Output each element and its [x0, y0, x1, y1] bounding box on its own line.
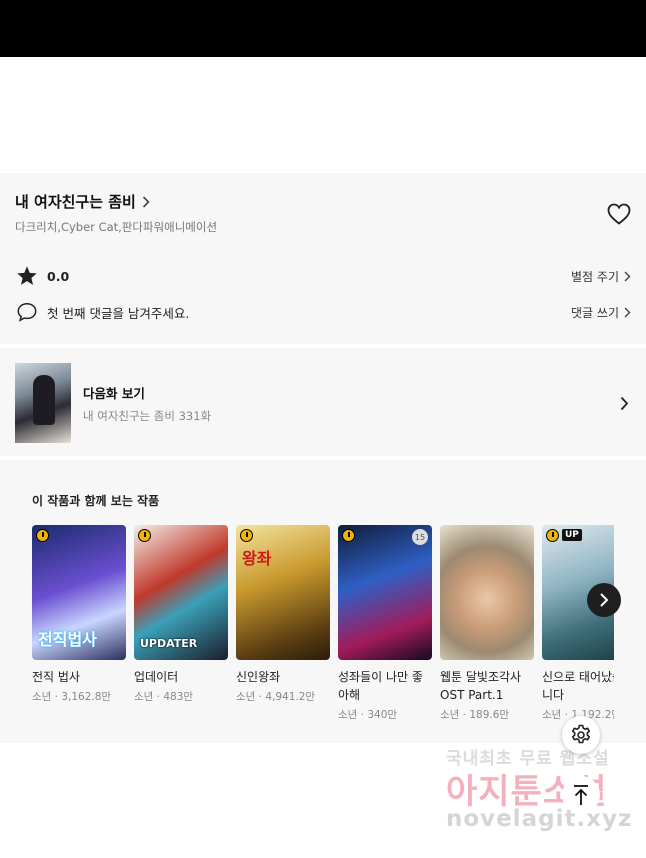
divider: [0, 344, 646, 348]
rate-button[interactable]: 별점 주기: [571, 268, 631, 285]
wait-free-badge-icon: [240, 529, 253, 542]
rating-row: 0.0 별점 주기: [15, 264, 631, 288]
comment-row: 첫 번째 댓글을 남겨주세요. 댓글 쓰기: [15, 300, 631, 324]
card-title: 성좌들이 나만 좋아해: [338, 670, 423, 702]
recommendation-card[interactable]: 웹툰 달빛조각사 OST Part.1 소년 · 189.6만: [440, 525, 534, 722]
settings-button[interactable]: [562, 716, 600, 754]
cover-image: [440, 525, 534, 660]
top-bar: [0, 0, 646, 57]
rating-value: 0.0: [47, 268, 70, 284]
card-meta: 소년 · 3,162.8만: [32, 691, 112, 703]
comment-icon: [15, 300, 39, 324]
chevron-right-icon: [624, 271, 631, 281]
recommendations-carousel: 전직법사 전직 법사 소년 · 3,162.8만 UPDATER 업데이터 소년…: [32, 525, 614, 735]
chevron-right-icon: [624, 307, 631, 317]
watermark-url: novelagit.xyz: [446, 806, 633, 832]
cover-text: 왕좌: [242, 549, 272, 568]
ad-space: [0, 57, 646, 173]
chevron-right-icon: [600, 593, 609, 607]
card-meta: 소년 · 483만: [134, 691, 194, 703]
title-link[interactable]: 내 여자친구는 좀비: [15, 191, 150, 212]
recommendation-card[interactable]: 전직법사 전직 법사 소년 · 3,162.8만: [32, 525, 126, 704]
write-comment-button[interactable]: 댓글 쓰기: [571, 304, 631, 321]
gear-icon: [571, 724, 591, 744]
wait-free-badge-icon: [138, 529, 151, 542]
cover-image: 왕좌: [236, 525, 330, 660]
update-badge: UP: [562, 529, 582, 541]
heart-icon[interactable]: [606, 202, 632, 226]
card-title: 전직 법사: [32, 670, 80, 684]
recommendation-card[interactable]: 15 성좌들이 나만 좋아해 소년 · 340만: [338, 525, 432, 722]
wait-free-badge-icon: [342, 529, 355, 542]
next-episode-button[interactable]: 다음화 보기 내 여자친구는 좀비 331화: [15, 363, 631, 443]
card-meta: 소년 · 4,941.2만: [236, 691, 316, 703]
divider: [0, 456, 646, 460]
authors: 다크리치,Cyber Cat,판다파워애니메이션: [15, 220, 218, 234]
next-episode-thumbnail: [15, 363, 71, 443]
cover-text: 전직법사: [38, 630, 97, 649]
star-icon: [15, 264, 39, 288]
recommendations-heading: 이 작품과 함께 보는 작품: [32, 494, 160, 508]
wait-free-badge-icon: [546, 529, 559, 542]
wait-free-badge-icon: [36, 529, 49, 542]
write-comment-label: 댓글 쓰기: [571, 305, 619, 320]
next-episode-subtitle: 내 여자친구는 좀비 331화: [83, 408, 212, 423]
cover-image: 전직법사: [32, 525, 126, 660]
carousel-next-button[interactable]: [587, 583, 621, 617]
chevron-right-icon: [620, 396, 629, 410]
card-title: 신으로 태어났습니다: [542, 670, 614, 702]
arrow-up-icon: [574, 785, 588, 805]
recommendation-card[interactable]: UP 신으로 태어났습니다 소년 · 1,192.2만: [542, 525, 614, 722]
series-title: 내 여자친구는 좀비: [15, 193, 136, 211]
cover-image: 15: [338, 525, 432, 660]
chevron-right-icon: [142, 195, 150, 208]
comment-prompt: 첫 번째 댓글을 남겨주세요.: [47, 305, 190, 321]
recommendation-card[interactable]: 왕좌 신인왕좌 소년 · 4,941.2만: [236, 525, 330, 704]
card-title: 웹툰 달빛조각사 OST Part.1: [440, 670, 522, 702]
cover-text: UPDATER: [140, 637, 198, 650]
card-meta: 소년 · 340만: [338, 709, 398, 721]
card-title: 신인왕좌: [236, 670, 281, 684]
age-rating-badge: 15: [412, 529, 428, 545]
rate-button-label: 별점 주기: [571, 269, 619, 284]
scroll-to-top-button[interactable]: [562, 776, 600, 814]
next-episode-label: 다음화 보기: [83, 385, 145, 401]
card-title: 업데이터: [134, 670, 179, 684]
card-meta: 소년 · 189.6만: [440, 709, 510, 721]
recommendation-card[interactable]: UPDATER 업데이터 소년 · 483만: [134, 525, 228, 704]
cover-image: UPDATER: [134, 525, 228, 660]
